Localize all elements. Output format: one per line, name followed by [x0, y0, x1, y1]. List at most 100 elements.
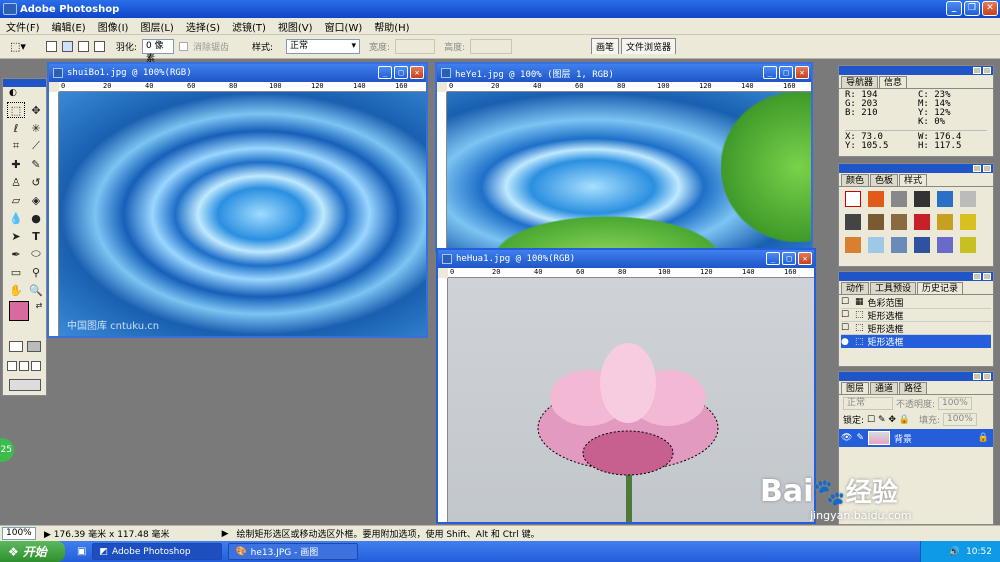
well-tab-file-browser[interactable]: 文件浏览器 [620, 38, 676, 54]
task-paint[interactable]: 🎨 he13.JPG - 画图 [228, 543, 359, 560]
blend-mode-select[interactable]: 正常 [843, 397, 893, 410]
notes-tool-icon[interactable]: ▭ [7, 264, 25, 280]
tab-actions[interactable]: 动作 [841, 282, 870, 294]
jump-to-imageready-icon[interactable] [9, 379, 41, 391]
intersect-selection-icon[interactable] [93, 41, 105, 52]
style-swatch[interactable] [937, 191, 953, 207]
eyedropper-icon[interactable]: ⚲ [27, 264, 45, 280]
panel-close-icon[interactable] [983, 373, 991, 380]
tab-history[interactable]: 历史记录 [917, 282, 964, 294]
blur-tool-icon[interactable]: 💧 [7, 210, 25, 226]
doc-window-water[interactable]: shuiBo1.jpg @ 100%(RGB) _ □ ✕ 0 20 40 60… [47, 62, 428, 338]
style-swatch[interactable] [868, 191, 884, 207]
volume-icon[interactable]: 🔊 [949, 547, 960, 557]
doc-close-button[interactable]: ✕ [410, 66, 424, 79]
doc-minimize-button[interactable]: _ [763, 66, 777, 79]
style-swatch[interactable] [868, 237, 884, 253]
style-swatch[interactable] [937, 214, 953, 230]
hand-tool-icon[interactable]: ✋ [7, 282, 25, 298]
history-brush-icon[interactable]: ↺ [27, 174, 45, 190]
standard-mode-icon[interactable] [9, 341, 23, 352]
menu-file[interactable]: 文件(F) [0, 19, 46, 34]
history-item[interactable]: ☐ ⬚ 矩形选框 [841, 309, 991, 322]
zoom-input[interactable]: 100% [2, 527, 36, 540]
panel-header[interactable] [839, 66, 993, 75]
doc-title-bar[interactable]: heHua1.jpg @ 100%(RGB) _ □ ✕ [438, 250, 814, 268]
menu-layer[interactable]: 图层(L) [134, 19, 179, 34]
panel-header[interactable] [839, 372, 993, 381]
tab-tool-presets[interactable]: 工具预设 [870, 282, 917, 294]
doc-maximize-button[interactable]: □ [782, 252, 796, 265]
doc-title-bar[interactable]: heYe1.jpg @ 100% (图层 1, RGB) _ □ ✕ [437, 64, 811, 82]
slice-tool-icon[interactable]: ⟋ [27, 138, 45, 154]
task-photoshop[interactable]: ◩ Adobe Photoshop [92, 543, 223, 560]
style-swatch[interactable] [914, 191, 930, 207]
history-item[interactable]: ☐ ▦ 色彩范围 [841, 296, 991, 309]
panel-minimize-icon[interactable] [973, 165, 981, 172]
menu-image[interactable]: 图像(I) [92, 19, 135, 34]
restore-button[interactable]: ❐ [964, 1, 980, 16]
style-swatch[interactable] [845, 214, 861, 230]
dodge-tool-icon[interactable]: ● [27, 210, 45, 226]
panel-close-icon[interactable] [983, 165, 991, 172]
tab-info[interactable]: 信息 [879, 76, 908, 88]
style-select[interactable]: 正常 ▾ [286, 39, 361, 54]
swap-colors-icon[interactable]: ⇄ [30, 297, 48, 313]
pen-tool-icon[interactable]: ✒ [7, 246, 25, 262]
tab-navigator[interactable]: 导航器 [841, 76, 879, 88]
clock[interactable]: 10:52 [966, 547, 992, 557]
minimize-button[interactable]: _ [946, 1, 962, 16]
doc-close-button[interactable]: ✕ [798, 252, 812, 265]
style-swatch[interactable] [891, 237, 907, 253]
style-swatch[interactable] [914, 237, 930, 253]
marquee-tool-icon[interactable]: ⬚ [7, 102, 25, 118]
eye-icon[interactable]: 👁 [841, 433, 852, 443]
style-swatch[interactable] [960, 237, 976, 253]
clone-stamp-icon[interactable]: ♙ [7, 174, 25, 190]
type-tool-icon[interactable]: T [27, 228, 45, 244]
paint-bucket-icon[interactable]: ◈ [27, 192, 45, 208]
tab-paths[interactable]: 路径 [899, 382, 928, 394]
brush-icon[interactable]: ✎ [856, 433, 864, 443]
history-checkbox-icon[interactable]: ☐ [841, 297, 851, 307]
lasso-tool-icon[interactable]: ℓ [7, 120, 25, 136]
marquee-preset-icon[interactable]: ⬚▾ [10, 40, 26, 53]
start-button[interactable]: ❖ 开始 [0, 541, 65, 562]
panel-minimize-icon[interactable] [973, 373, 981, 380]
quickmask-icons[interactable] [9, 341, 41, 352]
new-selection-icon[interactable] [45, 41, 57, 52]
doc-minimize-button[interactable]: _ [378, 66, 392, 79]
screen-mode-icons[interactable] [7, 361, 41, 371]
style-swatch[interactable] [845, 237, 861, 253]
style-swatch[interactable] [914, 214, 930, 230]
doc-close-button[interactable]: ✕ [795, 66, 809, 79]
panel-close-icon[interactable] [983, 273, 991, 280]
opacity-input[interactable]: 100% [938, 397, 972, 410]
screen-mode-full-icon[interactable] [31, 361, 41, 371]
menu-select[interactable]: 选择(S) [180, 19, 226, 34]
panel-minimize-icon[interactable] [973, 67, 981, 74]
style-swatch[interactable] [868, 214, 884, 230]
feather-input[interactable]: 0 像素 [141, 39, 174, 64]
path-select-icon[interactable]: ➤ [7, 228, 25, 244]
screen-mode-standard-icon[interactable] [7, 361, 17, 371]
brush-tool-icon[interactable]: ✎ [27, 156, 45, 172]
healing-brush-icon[interactable]: ✚ [7, 156, 25, 172]
style-swatch[interactable] [960, 191, 976, 207]
tab-color[interactable]: 颜色 [841, 174, 870, 186]
shape-tool-icon[interactable]: ⬭ [27, 246, 45, 262]
screen-mode-full-menu-icon[interactable] [19, 361, 29, 371]
lock-icons[interactable]: ☐ ✎ ✥ 🔒 [867, 415, 910, 425]
panel-close-icon[interactable] [983, 67, 991, 74]
doc-minimize-button[interactable]: _ [766, 252, 780, 265]
panel-header[interactable] [839, 272, 993, 281]
style-swatch[interactable] [891, 191, 907, 207]
floating-badge[interactable]: 25 [0, 438, 14, 462]
style-swatch[interactable] [845, 191, 861, 207]
eraser-tool-icon[interactable]: ▱ [7, 192, 25, 208]
well-tab-brushes[interactable]: 画笔 [590, 38, 619, 54]
tab-styles[interactable]: 样式 [899, 174, 928, 186]
menu-edit[interactable]: 编辑(E) [46, 19, 92, 34]
height-input[interactable] [470, 39, 513, 54]
doc-size-info[interactable]: ▶ 176.39 毫米 x 117.48 毫米 [44, 527, 170, 540]
